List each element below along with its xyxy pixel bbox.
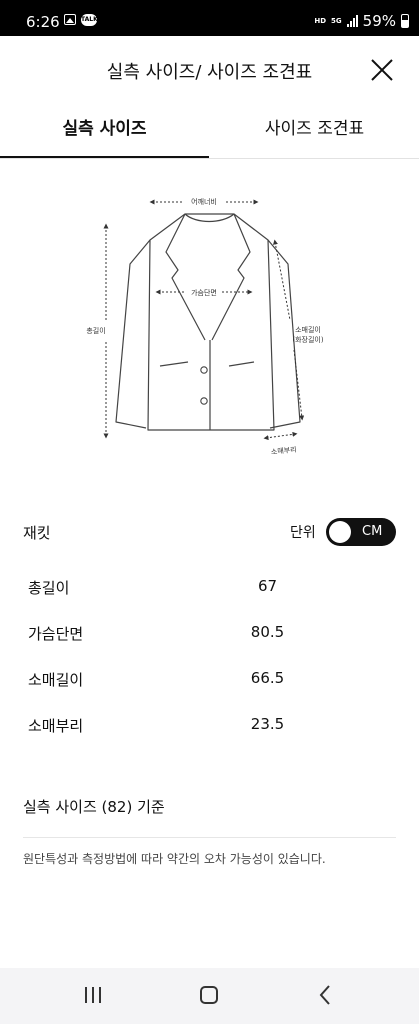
signal-icon	[346, 15, 358, 27]
label-shoulder: 어깨너비	[191, 197, 217, 206]
label-total-length: 총길이	[86, 326, 105, 335]
back-chevron-icon	[319, 985, 330, 1005]
battery-icon	[401, 14, 409, 28]
network-5g-icon: 5G	[331, 16, 342, 25]
table-row: 총길이 67	[0, 562, 419, 608]
recent-apps-icon	[85, 987, 101, 1003]
close-icon	[371, 59, 393, 81]
button-dot	[200, 366, 208, 374]
label-sleeve-opening: 소매부리	[270, 445, 297, 457]
size-basis: 실측 사이즈 (82) 기준	[23, 798, 165, 816]
measure-value: 67	[257, 577, 278, 595]
jacket-diagram: 어깨너비 가슴단면 총길이 소매길이 (화장길이) 소매부리	[0, 180, 419, 470]
jacket-illustration: 어깨너비 가슴단면 총길이 소매길이 (화장길이) 소매부리	[86, 197, 324, 457]
tab-actual-size[interactable]: 실측 사이즈	[0, 104, 209, 158]
measure-label: 총길이	[28, 579, 70, 597]
home-button[interactable]	[200, 986, 218, 1004]
measure-value: 66.5	[250, 669, 285, 687]
tab-size-chart[interactable]: 사이즈 조견표	[210, 104, 419, 158]
page-title: 실측 사이즈/ 사이즈 조견표	[106, 62, 313, 83]
battery-percent: 59%	[362, 12, 396, 30]
unit-toggle[interactable]: CM	[326, 518, 396, 546]
unit-value: CM	[362, 524, 383, 539]
modal-header: 실측 사이즈/ 사이즈 조견표	[0, 36, 419, 100]
label-chest: 가슴단면	[191, 288, 217, 297]
system-nav-bar	[0, 968, 419, 1024]
measure-label: 소매부리	[28, 717, 84, 735]
divider	[23, 837, 396, 838]
measure-value: 23.5	[250, 715, 285, 733]
item-name: 재킷	[23, 524, 51, 542]
gallery-icon	[64, 14, 76, 25]
close-button[interactable]	[368, 56, 396, 84]
label-sleeve-length: 소매길이	[295, 325, 321, 334]
status-bar: 6:26 TALK HD 5G 59%	[0, 0, 419, 36]
toggle-knob	[329, 521, 351, 543]
table-row: 소매길이 66.5	[0, 654, 419, 700]
measure-value: 80.5	[250, 623, 285, 641]
button-dot	[200, 397, 208, 405]
recent-apps-button[interactable]	[84, 986, 102, 1008]
table-row: 가슴단면 80.5	[0, 608, 419, 654]
status-time: 6:26	[26, 13, 60, 31]
kakaotalk-icon: TALK	[81, 14, 98, 26]
measure-label: 소매길이	[28, 671, 84, 689]
back-button[interactable]	[318, 984, 332, 1010]
table-row: 소매부리 23.5	[0, 700, 419, 746]
unit-label: 단위	[290, 525, 316, 541]
measurement-note: 원단특성과 측정방법에 따라 약간의 오차 가능성이 있습니다.	[23, 852, 326, 866]
tab-bar: 실측 사이즈 사이즈 조견표	[0, 104, 419, 159]
measure-label: 가슴단면	[28, 625, 84, 643]
hd-voice-icon: HD	[314, 16, 327, 25]
label-sleeve-length-sub: (화장길이)	[292, 335, 323, 344]
